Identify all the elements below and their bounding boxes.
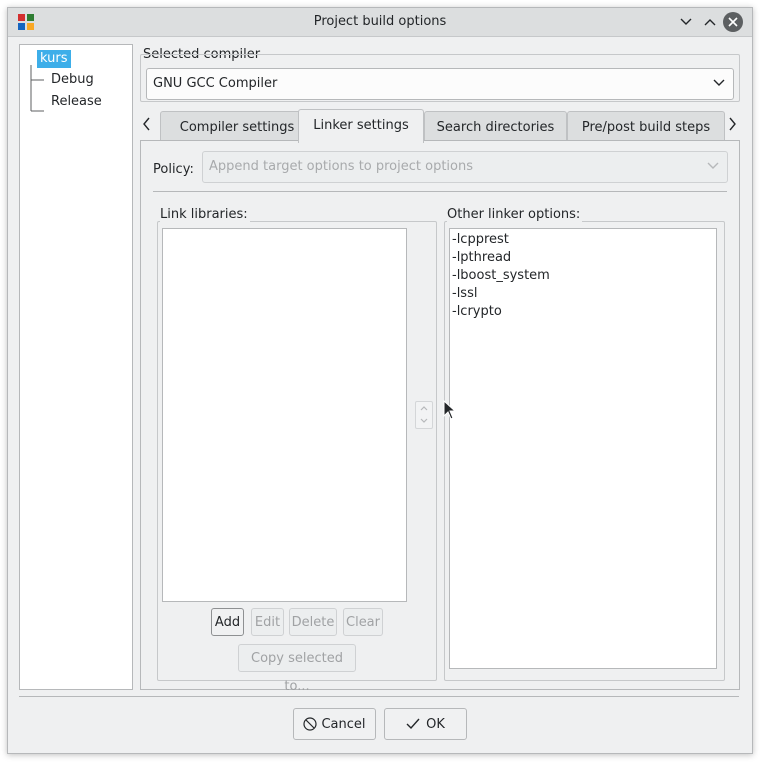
tab-scroll-left[interactable]	[142, 117, 154, 133]
chevron-left-icon	[143, 117, 150, 131]
linker-settings-panel: Policy: Append target options to project…	[140, 140, 740, 694]
linker-option-line: -lcrypto	[452, 304, 502, 319]
tab-search-directories[interactable]: Search directories	[424, 111, 567, 142]
window-title: Project build options	[313, 14, 447, 29]
linker-option-line: -lcpprest	[452, 232, 509, 247]
tab-scroll-right[interactable]	[729, 117, 741, 133]
chevron-right-icon	[729, 117, 736, 131]
other-linker-options-label: Other linker options:	[447, 207, 583, 222]
chevron-down-icon	[680, 18, 692, 25]
cancel-button[interactable]: Cancel	[293, 708, 376, 740]
link-libraries-label: Link libraries:	[160, 207, 250, 222]
title-bar: Project build options	[8, 8, 752, 37]
chevron-down-icon	[707, 162, 719, 169]
cancel-button-label: Cancel	[321, 717, 366, 732]
ok-button-label: OK	[426, 717, 445, 732]
ok-button[interactable]: OK	[384, 708, 467, 740]
close-button[interactable]	[723, 12, 743, 32]
close-icon	[728, 17, 738, 27]
maximize-button[interactable]	[700, 12, 720, 32]
vertical-spin-control[interactable]	[415, 401, 433, 429]
edit-library-button[interactable]: Edit	[251, 608, 284, 636]
build-target-tree[interactable]: kurs Debug Release	[19, 44, 133, 690]
add-library-button[interactable]: Add	[211, 608, 244, 636]
project-build-options-dialog: Project build options kurs Debug Release…	[7, 7, 753, 754]
tree-item-release[interactable]: Release	[48, 93, 105, 111]
compiler-select[interactable]: GNU GCC Compiler	[146, 68, 734, 100]
minimize-button[interactable]	[676, 12, 696, 32]
clear-libraries-button[interactable]: Clear	[343, 608, 383, 636]
linker-option-line: -lssl	[452, 286, 478, 301]
tree-lines	[30, 65, 44, 112]
tree-item-debug[interactable]: Debug	[48, 71, 97, 89]
chevron-down-icon	[713, 79, 725, 86]
copy-selected-to-button[interactable]: Copy selected to...	[238, 644, 356, 694]
other-linker-options-textarea[interactable]: -lcpprest -lpthread -lboost_system -lssl…	[449, 228, 717, 669]
linker-option-line: -lboost_system	[452, 268, 550, 283]
tab-pre-post-build-steps[interactable]: Pre/post build steps	[567, 111, 725, 142]
compiler-select-value: GNU GCC Compiler	[153, 76, 278, 91]
policy-select-value: Append target options to project options	[209, 159, 474, 174]
footer-separator	[19, 696, 739, 697]
linker-option-line: -lpthread	[452, 250, 512, 265]
chevron-up-icon	[420, 406, 428, 411]
chevron-down-icon	[420, 418, 428, 423]
policy-label: Policy:	[153, 162, 194, 177]
link-libraries-list[interactable]	[162, 228, 407, 602]
cancel-icon	[303, 717, 318, 731]
check-icon	[406, 718, 420, 730]
tab-linker-settings[interactable]: Linker settings	[298, 109, 424, 143]
delete-library-button[interactable]: Delete	[289, 608, 337, 636]
tab-compiler-settings[interactable]: Compiler settings	[160, 111, 314, 142]
mouse-cursor-icon	[443, 400, 457, 420]
policy-separator	[153, 191, 727, 192]
policy-select[interactable]: Append target options to project options	[202, 151, 728, 183]
tree-item-kurs[interactable]: kurs	[37, 50, 71, 68]
chevron-up-icon	[704, 19, 716, 26]
